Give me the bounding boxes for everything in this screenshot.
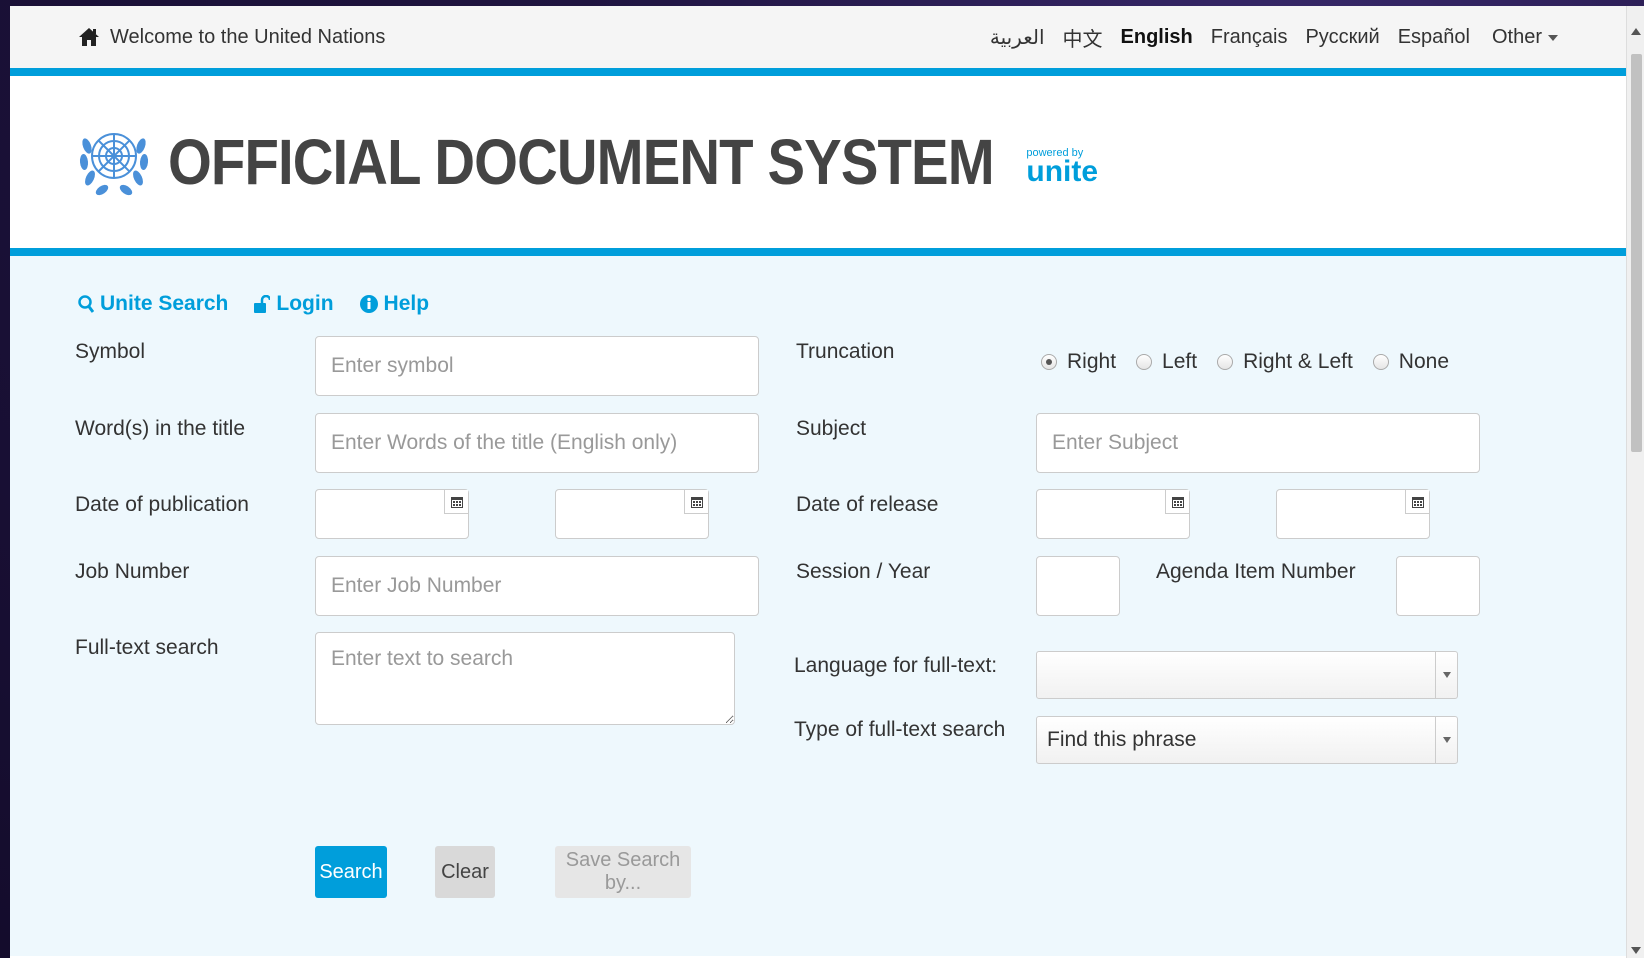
unite-brand: unite	[1026, 155, 1099, 188]
radio-icon[interactable]	[1217, 354, 1234, 370]
job-number-input[interactable]	[315, 556, 759, 616]
title-words-input[interactable]	[315, 413, 759, 473]
calendar-icon[interactable]	[1165, 490, 1189, 514]
unite-search-link[interactable]: Unite Search	[78, 292, 228, 316]
symbol-label: Symbol	[75, 340, 146, 363]
session-year-label: Session / Year	[796, 560, 931, 583]
lang-arabic[interactable]: العربية	[990, 25, 1045, 50]
fulltext-language-select[interactable]	[1036, 651, 1458, 699]
truncation-left-label: Left	[1162, 350, 1198, 373]
truncation-none-label: None	[1398, 350, 1449, 373]
dropdown-arrow-icon[interactable]	[1435, 652, 1457, 698]
truncation-none[interactable]: None	[1372, 350, 1449, 374]
publication-date-label: Date of publication	[75, 493, 249, 516]
truncation-right-left[interactable]: Right & Left	[1217, 350, 1353, 374]
truncation-left[interactable]: Left	[1136, 350, 1197, 374]
job-number-label: Job Number	[75, 560, 190, 583]
vertical-scrollbar[interactable]	[1626, 6, 1644, 958]
welcome-text: Welcome to the United Nations	[110, 25, 386, 48]
release-date-to[interactable]	[1276, 489, 1430, 539]
lang-english[interactable]: English	[1121, 26, 1193, 49]
agenda-item-input[interactable]	[1396, 556, 1480, 616]
truncation-label: Truncation	[796, 340, 895, 363]
clear-button[interactable]: Clear	[435, 846, 495, 898]
lang-spanish[interactable]: Español	[1398, 26, 1470, 49]
lang-other-label: Other	[1491, 25, 1542, 48]
fulltext-textarea[interactable]	[315, 632, 735, 725]
agenda-item-label: Agenda Item Number	[1156, 560, 1356, 583]
calendar-icon[interactable]	[444, 490, 468, 514]
fulltext-type-select[interactable]: Find this phrase	[1036, 716, 1458, 764]
lang-french[interactable]: Français	[1211, 26, 1288, 49]
lang-russian[interactable]: Русский	[1305, 26, 1379, 49]
unlock-icon	[254, 294, 271, 313]
truncation-right-label: Right	[1067, 350, 1117, 373]
site-header: OFFICIAL DOCUMENT SYSTEM powered by unit…	[10, 76, 1626, 256]
page-title: OFFICIAL DOCUMENT SYSTEM	[168, 126, 995, 198]
nav-links: Unite Search Login Help	[78, 292, 429, 316]
radio-icon[interactable]	[1136, 354, 1153, 370]
language-switcher: العربية 中文 English Français Русский Espa…	[990, 23, 1558, 52]
home-icon	[79, 28, 99, 46]
release-date-from[interactable]	[1036, 489, 1190, 539]
welcome-link[interactable]: Welcome to the United Nations	[78, 26, 385, 49]
session-year-input[interactable]	[1036, 556, 1120, 616]
login-label: Login	[276, 292, 334, 315]
un-emblem-logo[interactable]	[78, 116, 150, 202]
dropdown-arrow-icon[interactable]	[1435, 717, 1457, 763]
top-bar: Welcome to the United Nations العربية 中文…	[10, 6, 1626, 76]
search-form-panel: Unite Search Login Help Symbol Wo	[10, 256, 1626, 956]
title-words-label: Word(s) in the title	[75, 417, 245, 440]
search-button[interactable]: Search	[315, 846, 387, 898]
scroll-down-icon[interactable]	[1631, 947, 1641, 954]
login-link[interactable]: Login	[254, 292, 334, 316]
fulltext-language-label: Language for full-text:	[794, 654, 998, 677]
scrollbar-thumb[interactable]	[1631, 54, 1642, 452]
help-link[interactable]: Help	[359, 292, 430, 316]
save-search-button[interactable]: Save Search by...	[555, 846, 691, 898]
truncation-right-left-label: Right & Left	[1243, 350, 1353, 373]
truncation-radio-group: Right Left Right & Left None	[1041, 350, 1449, 374]
help-label: Help	[383, 292, 430, 315]
subject-input[interactable]	[1036, 413, 1480, 473]
release-date-label: Date of release	[796, 493, 939, 516]
browser-viewport: Welcome to the United Nations العربية 中文…	[10, 6, 1626, 958]
truncation-right[interactable]: Right	[1041, 350, 1116, 374]
publication-date-from[interactable]	[315, 489, 469, 539]
radio-selected-icon[interactable]	[1041, 354, 1057, 370]
scroll-up-icon[interactable]	[1631, 28, 1641, 35]
fulltext-label: Full-text search	[75, 636, 219, 659]
unite-search-label: Unite Search	[100, 292, 229, 315]
calendar-icon[interactable]	[1405, 490, 1429, 514]
symbol-input[interactable]	[315, 336, 759, 396]
radio-icon[interactable]	[1372, 354, 1389, 370]
subject-label: Subject	[796, 417, 867, 440]
info-icon	[359, 295, 378, 313]
publication-date-to[interactable]	[555, 489, 709, 539]
fulltext-type-label: Type of full-text search	[794, 718, 1006, 741]
powered-by-unite: powered by unite	[1026, 147, 1099, 188]
search-icon	[78, 294, 94, 313]
fulltext-type-value: Find this phrase	[1047, 728, 1197, 751]
calendar-icon[interactable]	[684, 490, 708, 514]
caret-down-icon	[1548, 35, 1558, 41]
lang-other-dropdown[interactable]: Other	[1492, 26, 1558, 49]
lang-chinese[interactable]: 中文	[1063, 23, 1103, 52]
